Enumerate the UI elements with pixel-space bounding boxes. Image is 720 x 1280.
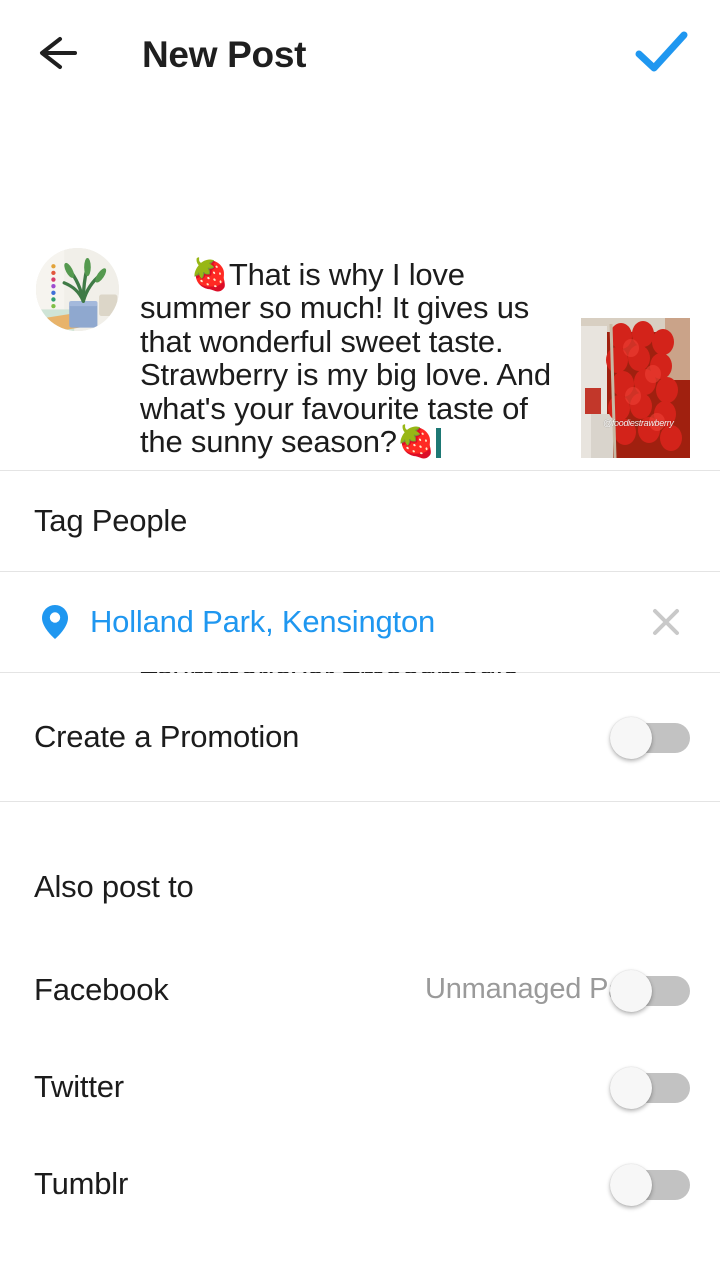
toggle-knob <box>610 969 652 1012</box>
caption-body: 🍓That is why I love summer so much! It g… <box>140 256 560 459</box>
service-toggle-twitter[interactable] <box>610 1066 690 1109</box>
toggle-knob <box>610 1066 652 1109</box>
back-button[interactable] <box>28 29 92 81</box>
toggle-knob <box>610 1163 652 1206</box>
text-caret <box>436 428 442 458</box>
tag-people-label: Tag People <box>34 503 188 538</box>
close-icon[interactable] <box>642 598 690 646</box>
share-button[interactable] <box>630 26 694 84</box>
thumbnail-watermark: @foodiestrawberry <box>603 418 674 428</box>
new-post-screen: New Post 🍓That is why I love summer so m… <box>0 0 720 1280</box>
checkmark-icon <box>633 29 691 82</box>
row-service-facebook[interactable]: Facebook Unmanaged Page <box>0 941 720 1038</box>
section-spacer <box>0 1232 720 1280</box>
arrow-left-icon <box>28 33 84 78</box>
row-create-promotion[interactable]: Create a Promotion <box>0 673 720 801</box>
create-promotion-toggle[interactable] <box>610 717 690 759</box>
composer-section: 🍓That is why I love summer so much! It g… <box>0 110 720 693</box>
create-promotion-label: Create a Promotion <box>34 719 300 754</box>
also-post-to-title: Also post to <box>34 869 194 904</box>
app-header: New Post <box>0 0 720 110</box>
row-service-twitter[interactable]: Twitter <box>0 1038 720 1135</box>
location-label: Holland Park, Kensington <box>90 604 436 639</box>
service-toggle-tumblr[interactable] <box>610 1163 690 1206</box>
service-label-facebook: Facebook <box>34 971 169 1007</box>
page-title: New Post <box>142 34 307 75</box>
avatar <box>36 248 119 331</box>
post-media-thumbnail[interactable]: @foodiestrawberry <box>581 318 690 458</box>
service-label-tumblr: Tumblr <box>34 1165 129 1201</box>
row-tag-people[interactable]: Tag People <box>0 471 720 571</box>
toggle-knob <box>610 717 652 759</box>
service-toggle-facebook[interactable] <box>610 969 690 1012</box>
row-location[interactable]: Holland Park, Kensington <box>0 572 720 672</box>
service-label-twitter: Twitter <box>34 1068 124 1104</box>
section-spacer <box>0 802 720 833</box>
location-pin-icon <box>34 601 76 643</box>
row-service-tumblr[interactable]: Tumblr <box>0 1135 720 1232</box>
